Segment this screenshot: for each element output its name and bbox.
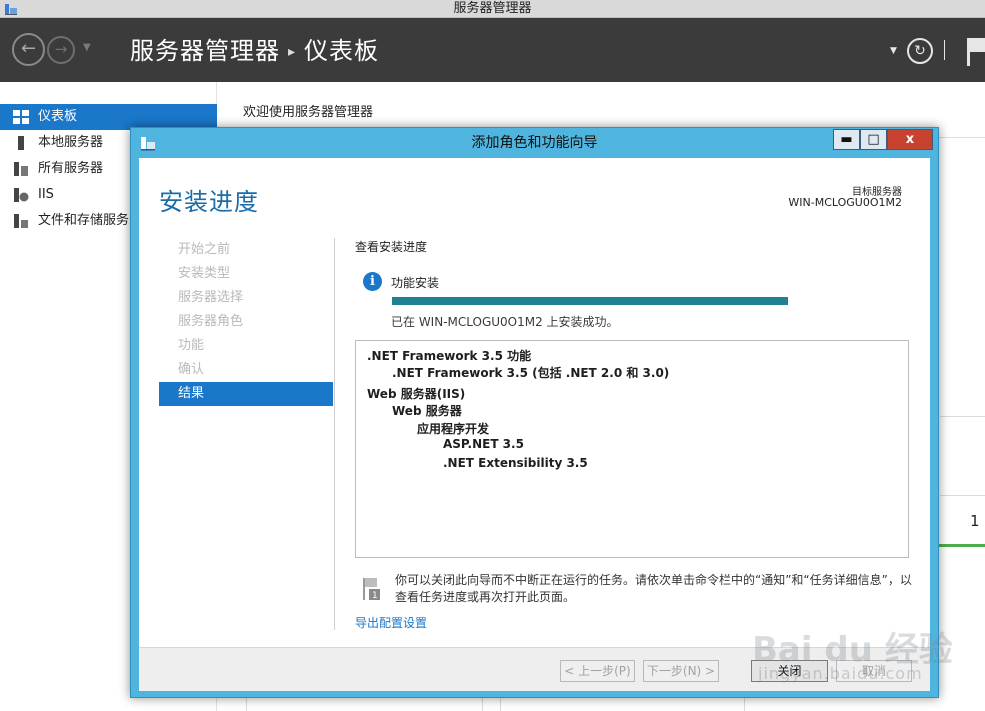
server-manager-header: ← → ▼ 服务器管理器 ▸ 仪表板 ▼ ↻	[0, 18, 985, 82]
back-arrow-icon[interactable]: ←	[12, 33, 45, 66]
close-icon[interactable]: x	[887, 129, 933, 150]
svg-text:1: 1	[372, 591, 378, 601]
breadcrumb: 服务器管理器 ▸ 仪表板	[130, 31, 379, 66]
header-divider	[944, 40, 945, 60]
add-roles-wizard-dialog: 添加角色和功能向导 ▬ □ x 安装进度 目标服务器 WIN-MCLOGU0O1…	[130, 127, 939, 698]
next-button[interactable]: 下一步(N) >	[643, 660, 719, 682]
export-configuration-link[interactable]: 导出配置设置	[355, 614, 427, 631]
sidebar-item-label: 仪表板	[38, 109, 78, 124]
wizard-body: 安装进度 目标服务器 WIN-MCLOGU0O1M2 开始之前 安装类型 服务器…	[139, 158, 930, 691]
welcome-heading: 欢迎使用服务器管理器	[243, 105, 374, 120]
feature-installation-label: 功能安装	[391, 276, 440, 290]
server-icon	[18, 136, 24, 150]
sidebar-item-label: 本地服务器	[38, 135, 104, 150]
step-confirmation: 确认	[178, 362, 205, 377]
servers-icon	[14, 162, 28, 176]
cancel-button[interactable]: 取消	[836, 660, 912, 682]
sidebar-item-label: IIS	[38, 187, 54, 202]
step-server-selection: 服务器选择	[178, 290, 244, 305]
dropdown-icon[interactable]: ▼	[890, 46, 897, 56]
step-features: 功能	[178, 338, 205, 353]
window-titlebar: 服务器管理器	[0, 0, 985, 18]
wizard-steps: 开始之前 安装类型 服务器选择 服务器角色 功能 确认 结果	[159, 238, 333, 406]
dashboard-icon	[13, 110, 29, 124]
tile-border	[940, 495, 985, 496]
info-icon: i	[363, 272, 382, 291]
notification-flag-icon: 1	[363, 578, 380, 601]
tile-border	[482, 698, 483, 711]
forward-arrow-icon[interactable]: →	[47, 36, 75, 64]
results-list[interactable]: .NET Framework 3.5 功能 .NET Framework 3.5…	[355, 340, 909, 558]
breadcrumb-separator-icon: ▸	[288, 44, 297, 60]
target-server-value: WIN-MCLOGU0O1M2	[788, 196, 902, 209]
step-server-roles: 服务器角色	[178, 314, 244, 329]
previous-button[interactable]: < 上一步(P)	[560, 660, 635, 682]
sidebar-item-label: 所有服务器	[38, 161, 104, 176]
wizard-footer: < 上一步(P) 下一步(N) > 关闭 取消	[139, 647, 930, 691]
minimize-icon[interactable]: ▬	[833, 129, 860, 150]
result-item: .NET Framework 3.5 (包括 .NET 2.0 和 3.0)	[392, 366, 670, 380]
page-title: 安装进度	[159, 188, 259, 216]
wizard-title: 添加角色和功能向导	[471, 135, 598, 151]
installation-status: 已在 WIN-MCLOGU0O1M2 上安装成功。	[391, 315, 619, 329]
result-item: Web 服务器	[392, 404, 462, 418]
background-task-note: 你可以关闭此向导而不中断正在运行的任务。请依次单击命令栏中的“通知”和“任务详细…	[395, 573, 912, 604]
iis-icon	[14, 188, 29, 202]
result-item: ASP.NET 3.5	[443, 437, 524, 451]
step-before-you-begin: 开始之前	[178, 242, 231, 257]
breadcrumb-current: 仪表板	[304, 37, 380, 65]
tile-border	[744, 698, 745, 711]
section-title: 查看安装进度	[355, 240, 428, 254]
tile-count: 1	[970, 512, 980, 530]
step-installation-type: 安装类型	[178, 266, 231, 281]
installation-progress-bar	[392, 297, 788, 305]
result-item: 应用程序开发	[417, 422, 490, 436]
step-results[interactable]: 结果	[159, 382, 333, 406]
tile-status-bar	[937, 544, 985, 547]
tile-border	[940, 416, 985, 417]
steps-divider	[334, 238, 335, 630]
notifications-flag-icon[interactable]	[965, 34, 985, 68]
close-button[interactable]: 关闭	[751, 660, 828, 682]
result-item: Web 服务器(IIS)	[367, 387, 466, 401]
wizard-titlebar: 添加角色和功能向导 ▬ □ x	[131, 128, 938, 157]
result-item: .NET Framework 3.5 功能	[367, 349, 532, 363]
window-title: 服务器管理器	[453, 1, 532, 16]
result-item: .NET Extensibility 3.5	[443, 456, 588, 470]
tile-border	[246, 698, 247, 711]
maximize-icon[interactable]: □	[860, 129, 887, 150]
sidebar-item-label: 文件和存储服务	[38, 213, 130, 228]
tile-border	[500, 698, 501, 711]
history-dropdown-icon[interactable]: ▼	[83, 42, 91, 53]
breadcrumb-root[interactable]: 服务器管理器	[130, 37, 280, 65]
storage-icon	[14, 214, 28, 228]
progress-fill	[392, 297, 788, 305]
refresh-icon[interactable]: ↻	[907, 38, 933, 64]
